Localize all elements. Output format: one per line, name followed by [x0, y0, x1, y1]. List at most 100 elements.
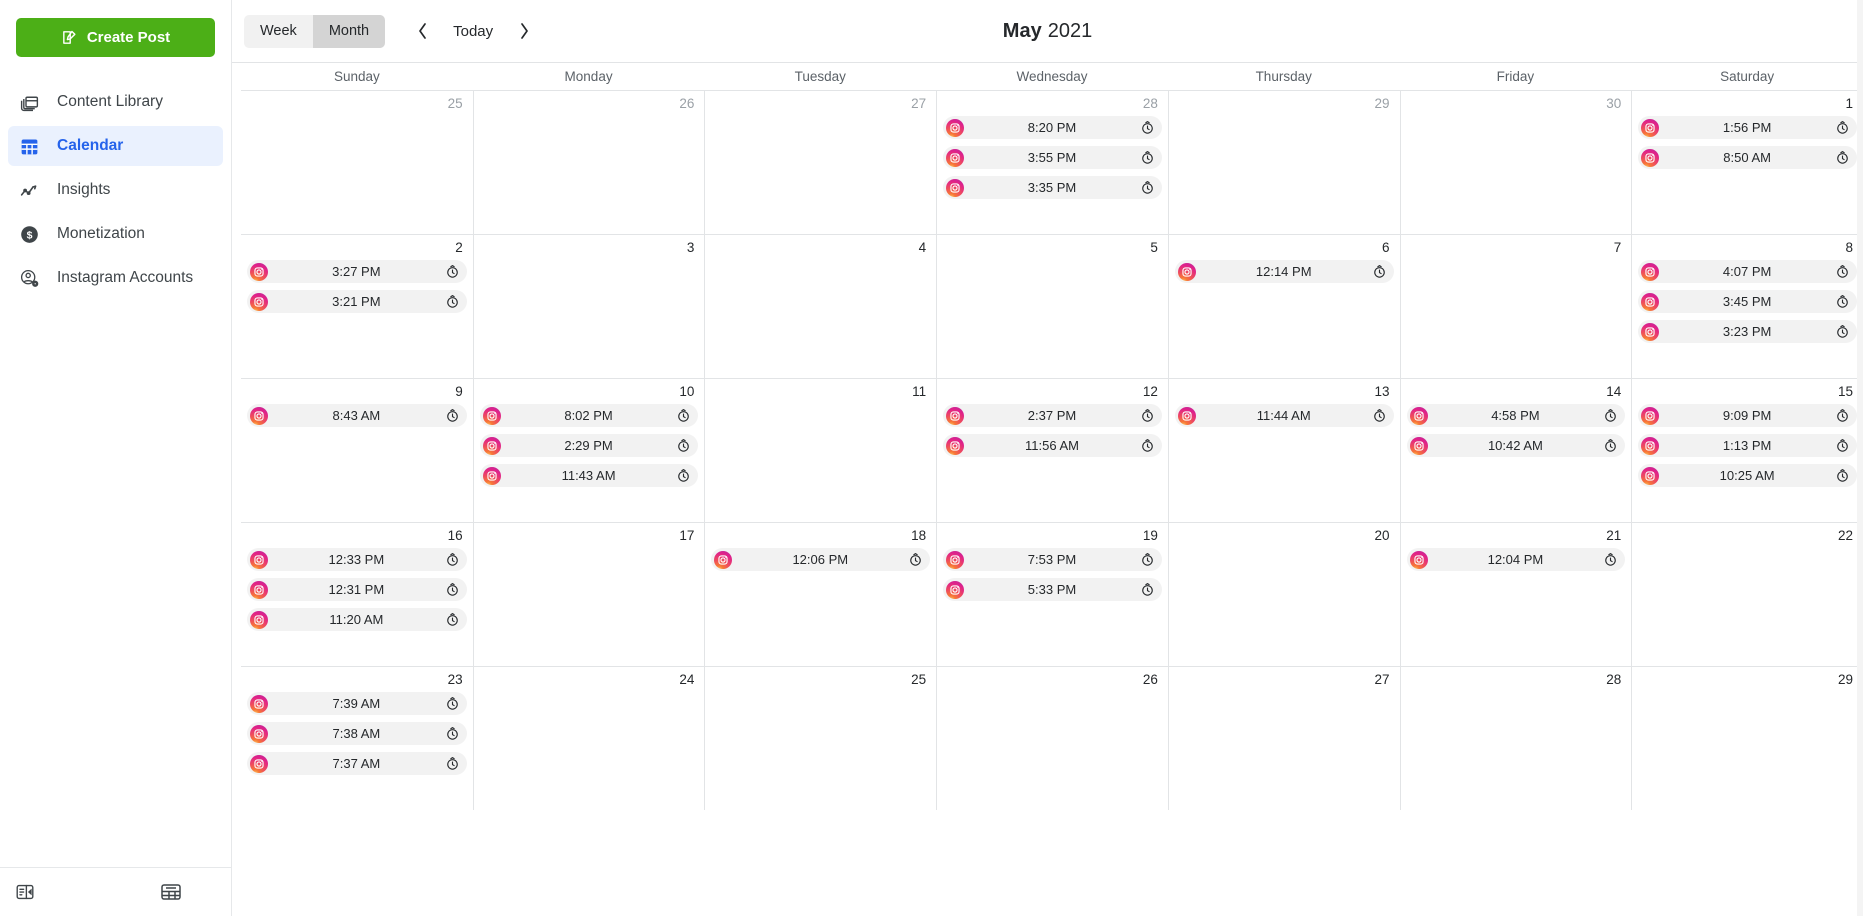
scheduled-post-event[interactable]: 7:39 AM: [247, 692, 467, 715]
schedule-history-icon[interactable]: [445, 582, 460, 597]
calendar-day-cell[interactable]: 3: [472, 235, 705, 378]
calendar-day-cell[interactable]: 26: [936, 667, 1168, 810]
scheduled-post-event[interactable]: 4:07 PM: [1638, 260, 1857, 283]
calendar-day-cell[interactable]: 16 12:33 PM 12:31 PM 11:20 AM: [241, 523, 473, 666]
next-month-button[interactable]: [507, 14, 541, 48]
collapse-sidebar-icon[interactable]: [12, 879, 38, 905]
scheduled-post-event[interactable]: 11:44 AM: [1174, 404, 1394, 427]
calendar-day-cell[interactable]: 27: [1167, 667, 1400, 810]
calendar-day-cell[interactable]: 29: [1167, 91, 1400, 234]
calendar-day-cell[interactable]: 5: [936, 235, 1168, 378]
scheduled-post-event[interactable]: 3:35 PM: [943, 176, 1162, 199]
schedule-history-icon[interactable]: [445, 552, 460, 567]
calendar-day-cell[interactable]: 1 1:56 PM 8:50 AM: [1631, 91, 1863, 234]
calendar-day-cell[interactable]: 30: [1399, 91, 1632, 234]
schedule-history-icon[interactable]: [1140, 552, 1155, 567]
calendar-day-cell[interactable]: 7: [1399, 235, 1632, 378]
schedule-history-icon[interactable]: [1140, 582, 1155, 597]
scheduled-post-event[interactable]: 12:04 PM: [1406, 548, 1626, 571]
calendar-day-cell[interactable]: 17: [472, 523, 705, 666]
scheduled-post-event[interactable]: 7:37 AM: [247, 752, 467, 775]
scheduled-post-event[interactable]: 10:42 AM: [1406, 434, 1626, 457]
scheduled-post-event[interactable]: 11:20 AM: [247, 608, 467, 631]
scheduled-post-event[interactable]: 11:56 AM: [943, 434, 1162, 457]
calendar-day-cell[interactable]: 15 9:09 PM 1:13 PM 10:25 AM: [1631, 379, 1863, 522]
schedule-history-icon[interactable]: [1140, 120, 1155, 135]
schedule-history-icon[interactable]: [676, 408, 691, 423]
scheduled-post-event[interactable]: 12:14 PM: [1174, 260, 1394, 283]
calendar-day-cell[interactable]: 20: [1167, 523, 1400, 666]
month-view-button[interactable]: Month: [312, 14, 386, 48]
schedule-history-icon[interactable]: [676, 438, 691, 453]
schedule-history-icon[interactable]: [1835, 150, 1850, 165]
scheduled-post-event[interactable]: 12:06 PM: [711, 548, 931, 571]
sidebar-item-monetization[interactable]: $ Monetization: [8, 214, 223, 254]
scheduled-post-event[interactable]: 11:43 AM: [479, 464, 699, 487]
schedule-history-icon[interactable]: [445, 294, 460, 309]
calendar-day-cell[interactable]: 27: [704, 91, 936, 234]
scheduled-post-event[interactable]: 12:31 PM: [247, 578, 467, 601]
schedule-history-icon[interactable]: [1603, 552, 1618, 567]
scheduled-post-event[interactable]: 8:50 AM: [1638, 146, 1857, 169]
schedule-history-icon[interactable]: [1372, 408, 1387, 423]
scheduled-post-event[interactable]: 10:25 AM: [1638, 464, 1857, 487]
calendar-day-cell[interactable]: 11: [704, 379, 936, 522]
scheduled-post-event[interactable]: 8:20 PM: [943, 116, 1162, 139]
calendar-day-cell[interactable]: 24: [472, 667, 705, 810]
previous-month-button[interactable]: [405, 14, 439, 48]
schedule-history-icon[interactable]: [1603, 408, 1618, 423]
calendar-day-cell[interactable]: 6 12:14 PM: [1167, 235, 1400, 378]
schedule-history-icon[interactable]: [1140, 438, 1155, 453]
sidebar-item-calendar[interactable]: Calendar: [8, 126, 223, 166]
calendar-day-cell[interactable]: 19 7:53 PM 5:33 PM: [936, 523, 1168, 666]
schedule-history-icon[interactable]: [1140, 150, 1155, 165]
calendar-day-cell[interactable]: 4: [704, 235, 936, 378]
scheduled-post-event[interactable]: 9:09 PM: [1638, 404, 1857, 427]
scheduled-post-event[interactable]: 7:53 PM: [943, 548, 1162, 571]
scheduled-post-event[interactable]: 3:23 PM: [1638, 320, 1857, 343]
scheduled-post-event[interactable]: 8:43 AM: [247, 404, 467, 427]
calendar-day-cell[interactable]: 22: [1631, 523, 1863, 666]
schedule-history-icon[interactable]: [1140, 180, 1155, 195]
create-post-button[interactable]: Create Post: [16, 18, 215, 57]
scheduled-post-event[interactable]: 4:58 PM: [1406, 404, 1626, 427]
schedule-history-icon[interactable]: [445, 408, 460, 423]
calendar-day-cell[interactable]: 29: [1631, 667, 1863, 810]
scheduled-post-event[interactable]: 1:13 PM: [1638, 434, 1857, 457]
calendar-day-cell[interactable]: 25: [704, 667, 936, 810]
calendar-day-cell[interactable]: 12 2:37 PM 11:56 AM: [936, 379, 1168, 522]
calendar-day-cell[interactable]: 28: [1399, 667, 1632, 810]
schedule-history-icon[interactable]: [1140, 408, 1155, 423]
schedule-history-icon[interactable]: [1835, 264, 1850, 279]
scheduled-post-event[interactable]: 1:56 PM: [1638, 116, 1857, 139]
sidebar-item-insights[interactable]: Insights: [8, 170, 223, 210]
scheduled-post-event[interactable]: 3:45 PM: [1638, 290, 1857, 313]
schedule-history-icon[interactable]: [1835, 408, 1850, 423]
calendar-day-cell[interactable]: 8 4:07 PM 3:45 PM 3:23 PM: [1631, 235, 1863, 378]
scheduled-post-event[interactable]: 2:37 PM: [943, 404, 1162, 427]
calendar-day-cell[interactable]: 13 11:44 AM: [1167, 379, 1400, 522]
sidebar-item-content-library[interactable]: Content Library: [8, 82, 223, 122]
schedule-history-icon[interactable]: [1603, 438, 1618, 453]
scheduled-post-event[interactable]: 2:29 PM: [479, 434, 699, 457]
schedule-history-icon[interactable]: [676, 468, 691, 483]
scheduled-post-event[interactable]: 3:27 PM: [247, 260, 467, 283]
calendar-day-cell[interactable]: 14 4:58 PM 10:42 AM: [1399, 379, 1632, 522]
scheduled-post-event[interactable]: 5:33 PM: [943, 578, 1162, 601]
schedule-history-icon[interactable]: [1835, 324, 1850, 339]
calendar-day-cell[interactable]: 18 12:06 PM: [704, 523, 936, 666]
schedule-history-icon[interactable]: [1835, 120, 1850, 135]
calendar-day-cell[interactable]: 25: [241, 91, 473, 234]
schedule-history-icon[interactable]: [1835, 468, 1850, 483]
schedule-history-icon[interactable]: [445, 726, 460, 741]
calendar-day-cell[interactable]: 10 8:02 PM 2:29 PM 11:43 AM: [472, 379, 705, 522]
calendar-day-cell[interactable]: 26: [472, 91, 705, 234]
calendar-day-cell[interactable]: 21 12:04 PM: [1399, 523, 1632, 666]
scheduled-post-event[interactable]: 3:21 PM: [247, 290, 467, 313]
scheduled-post-event[interactable]: 3:55 PM: [943, 146, 1162, 169]
scheduled-post-event[interactable]: 12:33 PM: [247, 548, 467, 571]
schedule-history-icon[interactable]: [1835, 438, 1850, 453]
scheduled-post-event[interactable]: 8:02 PM: [479, 404, 699, 427]
calendar-day-cell[interactable]: 23 7:39 AM 7:38 AM 7:37 AM: [241, 667, 473, 810]
schedule-history-icon[interactable]: [1835, 294, 1850, 309]
